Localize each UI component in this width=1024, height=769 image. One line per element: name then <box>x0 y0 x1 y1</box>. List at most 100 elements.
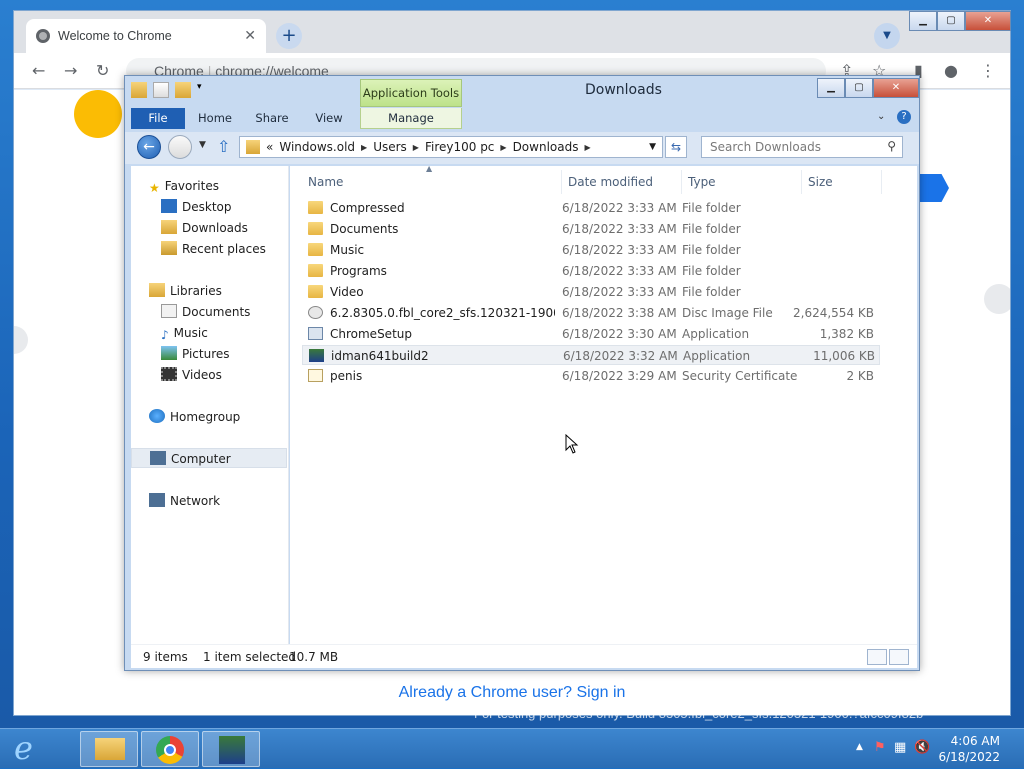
help-icon[interactable]: ? <box>897 110 911 124</box>
properties-icon[interactable] <box>153 82 169 98</box>
file-list: Name ▲ Date modified Type Size Compresse… <box>290 164 917 650</box>
tab-share[interactable]: Share <box>251 108 293 129</box>
nav-label: Desktop <box>182 200 232 214</box>
folder-icon <box>246 140 260 154</box>
minimize-button[interactable]: ▁ <box>909 11 937 31</box>
file-type: File folder <box>682 201 741 215</box>
nav-label: Music <box>173 326 208 340</box>
tab-search-button[interactable]: ▼ <box>874 23 900 49</box>
nav-recent-places[interactable]: Recent places <box>161 239 266 259</box>
nav-videos[interactable]: Videos <box>161 365 222 385</box>
file-row[interactable]: penis 6/18/2022 3:29 AM Security Certifi… <box>302 366 880 386</box>
up-arrow-icon[interactable]: ⇧ <box>217 137 230 156</box>
address-dropdown-icon[interactable]: ▼ <box>649 142 656 152</box>
file-name: Music <box>330 243 365 257</box>
forward-button[interactable] <box>168 135 192 159</box>
internet-explorer-icon[interactable]: e <box>14 732 50 765</box>
file-size: 2,624,554 KB <box>793 306 874 320</box>
refresh-button[interactable]: ⇆ <box>665 136 687 158</box>
signin-link[interactable]: Already a Chrome user? Sign in <box>14 684 1010 702</box>
status-bar: 9 items 1 item selected 10.7 MB <box>131 644 917 668</box>
network-tray-icon[interactable]: ▦ <box>894 740 906 755</box>
details-view-button[interactable] <box>867 649 887 665</box>
taskbar-chrome[interactable] <box>141 731 199 767</box>
chrome-center-icon <box>164 744 176 756</box>
customize-qat-icon[interactable]: ▾ <box>197 82 207 98</box>
explorer-minimize-button[interactable]: ▁ <box>817 78 845 98</box>
folder-icon[interactable] <box>131 82 147 98</box>
tab-view[interactable]: View <box>309 108 349 129</box>
nav-favorites[interactable]: ★ Favorites <box>149 176 219 196</box>
network-icon <box>149 493 165 507</box>
recent-locations-icon[interactable]: ▼ <box>199 140 206 150</box>
taskbar-file-explorer[interactable] <box>80 731 138 767</box>
nav-homegroup[interactable]: Homegroup <box>149 407 240 427</box>
build-watermark: For testing purposes only. Build 8305.fb… <box>474 706 924 721</box>
clock-time: 4:06 AM <box>950 734 1000 748</box>
maximize-button[interactable]: ▢ <box>937 11 965 31</box>
explorer-close-button[interactable]: ✕ <box>873 78 919 98</box>
forward-icon[interactable]: → <box>64 61 77 80</box>
volume-muted-icon[interactable]: 🔇 <box>914 740 930 755</box>
file-row[interactable]: Documents 6/18/2022 3:33 AM File folder <box>302 219 880 239</box>
new-tab-button[interactable]: + <box>276 23 302 49</box>
back-icon[interactable]: ← <box>32 61 45 80</box>
action-center-icon[interactable]: ⚑ <box>874 740 886 755</box>
menu-kebab-icon[interactable]: ⋮ <box>980 61 996 80</box>
file-row[interactable]: Video 6/18/2022 3:33 AM File folder <box>302 282 880 302</box>
nav-network[interactable]: Network <box>149 491 220 511</box>
tab-title: Welcome to Chrome <box>58 29 172 43</box>
tab-manage[interactable]: Manage <box>360 108 462 129</box>
close-tab-icon[interactable]: ✕ <box>244 28 256 44</box>
installer-icon <box>309 349 324 362</box>
breadcrumb-user[interactable]: Firey100 pc <box>419 140 500 154</box>
file-type: File folder <box>682 243 741 257</box>
breadcrumb-windows-old[interactable]: Windows.old <box>273 140 361 154</box>
search-icon[interactable]: ⚲ <box>887 139 896 153</box>
back-button[interactable]: ← <box>137 135 161 159</box>
show-hidden-icons[interactable]: ▲ <box>856 742 863 752</box>
nav-desktop[interactable]: Desktop <box>161 197 232 217</box>
tab-home[interactable]: Home <box>195 108 235 129</box>
file-row-selected[interactable]: idman641build2 6/18/2022 3:32 AM Applica… <box>302 345 880 365</box>
nav-documents[interactable]: Documents <box>161 302 250 322</box>
profile-avatar-icon[interactable]: ● <box>944 61 958 80</box>
close-button[interactable]: ✕ <box>965 11 1011 31</box>
breadcrumb-downloads[interactable]: Downloads <box>507 140 585 154</box>
file-date: 6/18/2022 3:38 AM <box>562 306 677 320</box>
chevron-right-icon[interactable]: ▶ <box>584 143 590 152</box>
file-date: 6/18/2022 3:32 AM <box>563 349 678 363</box>
file-type: Disc Image File <box>682 306 773 320</box>
decoration-yellow-shape <box>74 90 122 138</box>
breadcrumb-users[interactable]: Users <box>367 140 413 154</box>
column-size[interactable]: Size <box>802 170 882 194</box>
large-icons-view-button[interactable] <box>889 649 909 665</box>
nav-pictures[interactable]: Pictures <box>161 344 230 364</box>
chrome-tab-welcome[interactable]: Welcome to Chrome ✕ <box>26 19 266 53</box>
search-input[interactable]: Search Downloads ⚲ <box>701 136 903 158</box>
nav-label: Network <box>170 494 221 508</box>
nav-libraries[interactable]: Libraries <box>149 281 222 301</box>
nav-music[interactable]: ♪ Music <box>161 323 208 343</box>
taskbar-installer[interactable] <box>202 731 260 767</box>
file-row[interactable]: Programs 6/18/2022 3:33 AM File folder <box>302 261 880 281</box>
explorer-maximize-button[interactable]: ▢ <box>845 78 873 98</box>
file-row[interactable]: Music 6/18/2022 3:33 AM File folder <box>302 240 880 260</box>
file-row[interactable]: Compressed 6/18/2022 3:33 AM File folder <box>302 198 880 218</box>
nav-computer[interactable]: Computer <box>131 448 287 468</box>
new-folder-icon[interactable] <box>175 82 191 98</box>
column-name[interactable]: Name <box>302 170 562 194</box>
breadcrumb-prefix[interactable]: « <box>266 140 273 154</box>
column-date-modified[interactable]: Date modified <box>562 170 682 194</box>
reload-icon[interactable]: ↻ <box>96 61 109 80</box>
ribbon-tabs: File Home Share View Manage ⌄ ? <box>125 107 919 129</box>
address-bar[interactable]: « Windows.old ▶ Users ▶ Firey100 pc ▶ Downl… <box>239 136 663 158</box>
explorer-title: Downloads <box>585 82 662 98</box>
file-row[interactable]: 6.2.8305.0.fbl_core2_sfs.120321-1900_x86… <box>302 303 880 323</box>
expand-ribbon-icon[interactable]: ⌄ <box>877 111 885 122</box>
clock[interactable]: 4:06 AM 6/18/2022 <box>938 733 1000 765</box>
column-type[interactable]: Type <box>682 170 802 194</box>
tab-file[interactable]: File <box>131 108 185 129</box>
file-row[interactable]: ChromeSetup 6/18/2022 3:30 AM Applicatio… <box>302 324 880 344</box>
nav-downloads[interactable]: Downloads <box>161 218 248 238</box>
